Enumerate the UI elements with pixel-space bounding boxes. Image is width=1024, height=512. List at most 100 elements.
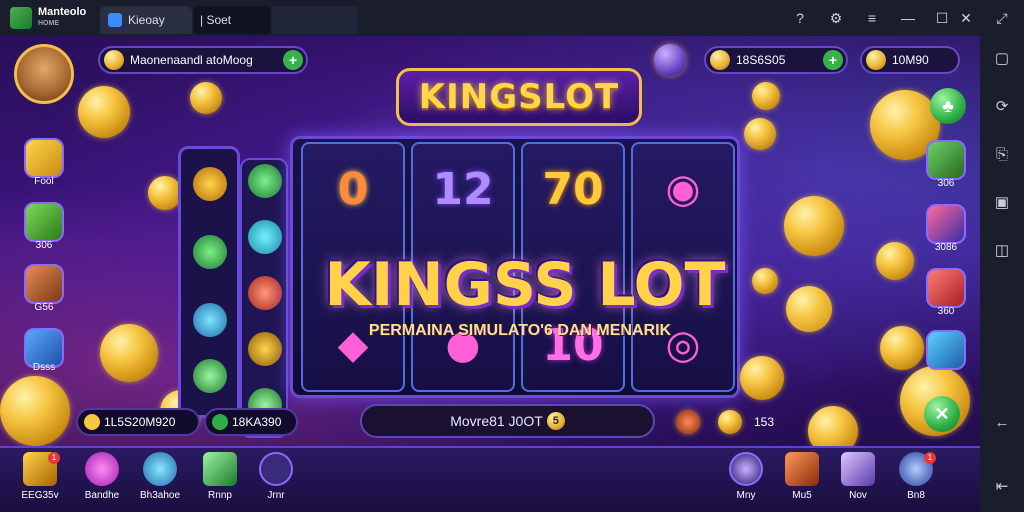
event-button-1-label: 306 (937, 178, 955, 189)
bonus-button-label: 306 (35, 240, 53, 251)
event-button-1[interactable] (926, 140, 966, 180)
nav-item-4[interactable]: Rnnp (190, 452, 250, 508)
reel-3-bottom-symbol: 10 (542, 319, 604, 371)
tab-game-label: | Soet (200, 13, 232, 27)
back-icon[interactable]: ← (992, 412, 1012, 432)
coin-icon (752, 82, 780, 110)
maximize-icon[interactable]: ☐ (932, 8, 952, 28)
nav-item-2[interactable]: Bandhe (72, 452, 132, 508)
side-reel-inner (240, 158, 288, 438)
coin-balance-icon (866, 50, 886, 70)
game-title: KINGSS LOT (324, 250, 726, 320)
nav-item-2-label: Bandhe (84, 490, 120, 501)
event-button-2-label: 3086 (934, 242, 958, 253)
close-icon[interactable]: ✕ (956, 8, 976, 28)
balance-pill-1[interactable]: 18S6S05 + (704, 46, 848, 74)
clover-icon[interactable]: ♣ (930, 88, 966, 124)
side-reel-left (178, 146, 240, 418)
coin-icon (876, 242, 914, 280)
nav-item-7[interactable]: Mu5 (772, 452, 832, 508)
game-logo: KINGSLOT (396, 68, 642, 126)
level-value: 153 (754, 415, 775, 429)
reel-2-top-symbol: 12 (432, 163, 494, 215)
coin-small-icon (84, 414, 100, 430)
game-subtitle: PERMAINA SIMULATO'6 DAN MENARIK (368, 322, 672, 339)
tab-empty[interactable] (272, 6, 358, 34)
screenshot-icon[interactable]: ▢ (992, 48, 1012, 68)
cancel-icon[interactable] (676, 410, 700, 434)
bet-icon (212, 414, 228, 430)
nav-item-4-label: Rnnp (208, 490, 232, 501)
folder-icon[interactable]: ▣ (992, 192, 1012, 212)
bottom-nav: 1 EEG35v Bandhe Bh3ahoe Rnnp Jrnr Mny Mu… (0, 446, 980, 512)
reel-4-top-symbol: ◉ (665, 166, 701, 212)
nav-item-8[interactable]: Nov (828, 452, 888, 508)
nav-item-8-label: Nov (849, 490, 867, 501)
coin-icon (100, 324, 158, 382)
location-icon[interactable]: ◫ (992, 240, 1012, 260)
expand-icon[interactable]: ⤢ (992, 8, 1012, 28)
player-avatar[interactable] (14, 44, 74, 104)
reel-4-bottom-symbol: ◎ (665, 322, 701, 368)
reel-symbol-icon (248, 164, 282, 198)
win-total-value: 1L5S20M920 (104, 415, 176, 429)
collect-icon[interactable]: ✕ (924, 396, 960, 432)
vip-icon[interactable] (654, 44, 686, 76)
reel-1-top-symbol: 0 (337, 163, 369, 215)
bet-value: 18KA390 (232, 415, 282, 429)
tab-game[interactable]: | Soet (194, 6, 270, 34)
gem-icon (710, 50, 730, 70)
diamond-icon (143, 452, 177, 486)
bonus-button[interactable] (24, 202, 64, 242)
app-sub-text: HOME (38, 20, 59, 27)
shop-icon (203, 452, 237, 486)
event-button-4[interactable] (926, 330, 966, 370)
coin-icon (78, 86, 130, 138)
nav-item-1-badge: 1 (48, 452, 60, 464)
nav-item-9[interactable]: 1 Bn8 (886, 452, 946, 508)
nav-item-9-badge: 1 (924, 452, 936, 464)
coin-icon (0, 376, 70, 446)
nav-item-5[interactable]: Jrnr (246, 452, 306, 508)
reel-1-bottom-symbol: ◆ (337, 322, 369, 368)
add-balance-1-icon[interactable]: + (823, 50, 843, 70)
character-button[interactable] (24, 264, 64, 304)
reel-symbol-icon (248, 276, 282, 310)
bet-pill: 18KA390 (204, 408, 298, 436)
minimize-icon[interactable]: — (898, 8, 918, 28)
event-button-2[interactable] (926, 204, 966, 244)
app-logo-icon (10, 7, 32, 29)
coin-icon (148, 176, 182, 210)
spin-coin-icon[interactable] (740, 356, 784, 400)
jackpot-badge: 5 (546, 412, 565, 430)
event-button-3[interactable] (926, 268, 966, 308)
event-button-3-label: 360 (937, 306, 955, 317)
install-apk-icon[interactable]: ⎘ (992, 144, 1012, 164)
reel-3-top-symbol: 70 (542, 163, 604, 215)
balance-pill-2[interactable]: 10M90 (860, 46, 960, 74)
player-name-pill[interactable]: Maonenaandl atoMoog + (98, 46, 308, 74)
jackpot-panel[interactable]: Movre81 J0OT 5 (360, 404, 655, 438)
nav-item-3-label: Bh3ahoe (139, 490, 181, 501)
reel-2-bottom-symbol: ● (445, 322, 481, 368)
coin-icon (880, 326, 924, 370)
rotate-icon[interactable]: ⟳ (992, 96, 1012, 116)
nav-item-3[interactable]: Bh3ahoe (130, 452, 190, 508)
help-icon[interactable]: ? (790, 8, 810, 28)
home-nav-icon[interactable]: ⇤ (992, 476, 1012, 496)
add-icon[interactable]: + (283, 50, 303, 70)
nav-item-1[interactable]: 1 EEG35v (10, 452, 70, 508)
reward-icon[interactable] (718, 410, 742, 434)
reel-symbol-icon (248, 332, 282, 366)
settings-icon[interactable]: ⚙ (826, 8, 846, 28)
balance-2-value: 10M90 (892, 53, 929, 67)
nav-item-6[interactable]: Mny (716, 452, 776, 508)
search-icon (729, 452, 763, 486)
tab-home-icon (108, 13, 122, 27)
menu-icon[interactable]: ≡ (862, 8, 882, 28)
wild-symbol-icon (786, 286, 832, 332)
home-button[interactable] (24, 138, 64, 178)
game-area[interactable]: Maonenaandl atoMoog + 18S6S05 + 10M90 KI… (0, 36, 980, 512)
tab-home[interactable]: Kieoay (100, 6, 192, 34)
bag-icon (841, 452, 875, 486)
